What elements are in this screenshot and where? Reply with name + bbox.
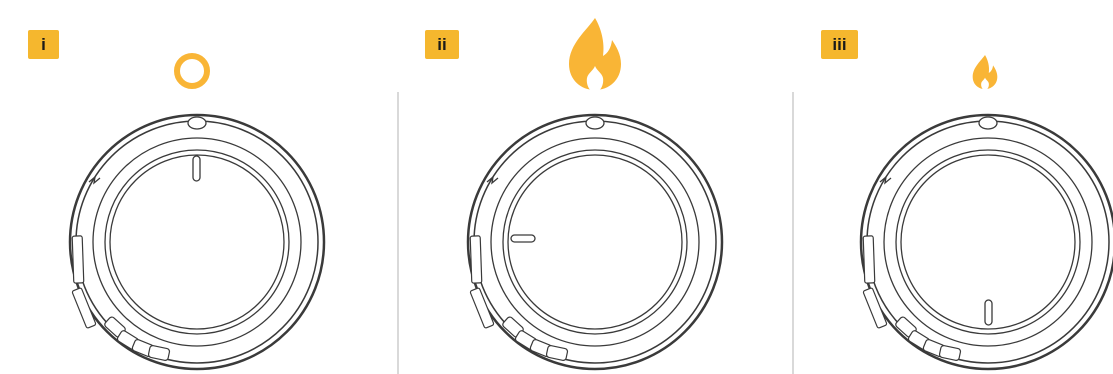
lightning-icon [88,175,101,185]
knob-pointer [192,155,201,182]
off-marker [187,116,207,130]
step-badge-ii: ii [425,30,459,59]
lightning-icon [879,175,892,185]
low-flame-icon [972,54,998,90]
panel-off: i [0,0,371,374]
high-flame-icon [569,18,621,92]
step-badge-i: i [28,30,59,59]
knob-pointer [984,299,993,326]
step-badge-iii: iii [821,30,858,59]
knob-pointer [510,234,536,243]
burner-knob-low [859,113,1113,371]
burner-knob-off [68,113,326,371]
off-marker [978,116,998,130]
panel-high: ii [398,0,769,374]
burner-knob-high [466,113,724,371]
off-ring-icon [174,53,210,89]
panel-low: iii [792,0,1113,374]
off-marker [585,116,605,130]
lightning-icon [486,175,499,185]
